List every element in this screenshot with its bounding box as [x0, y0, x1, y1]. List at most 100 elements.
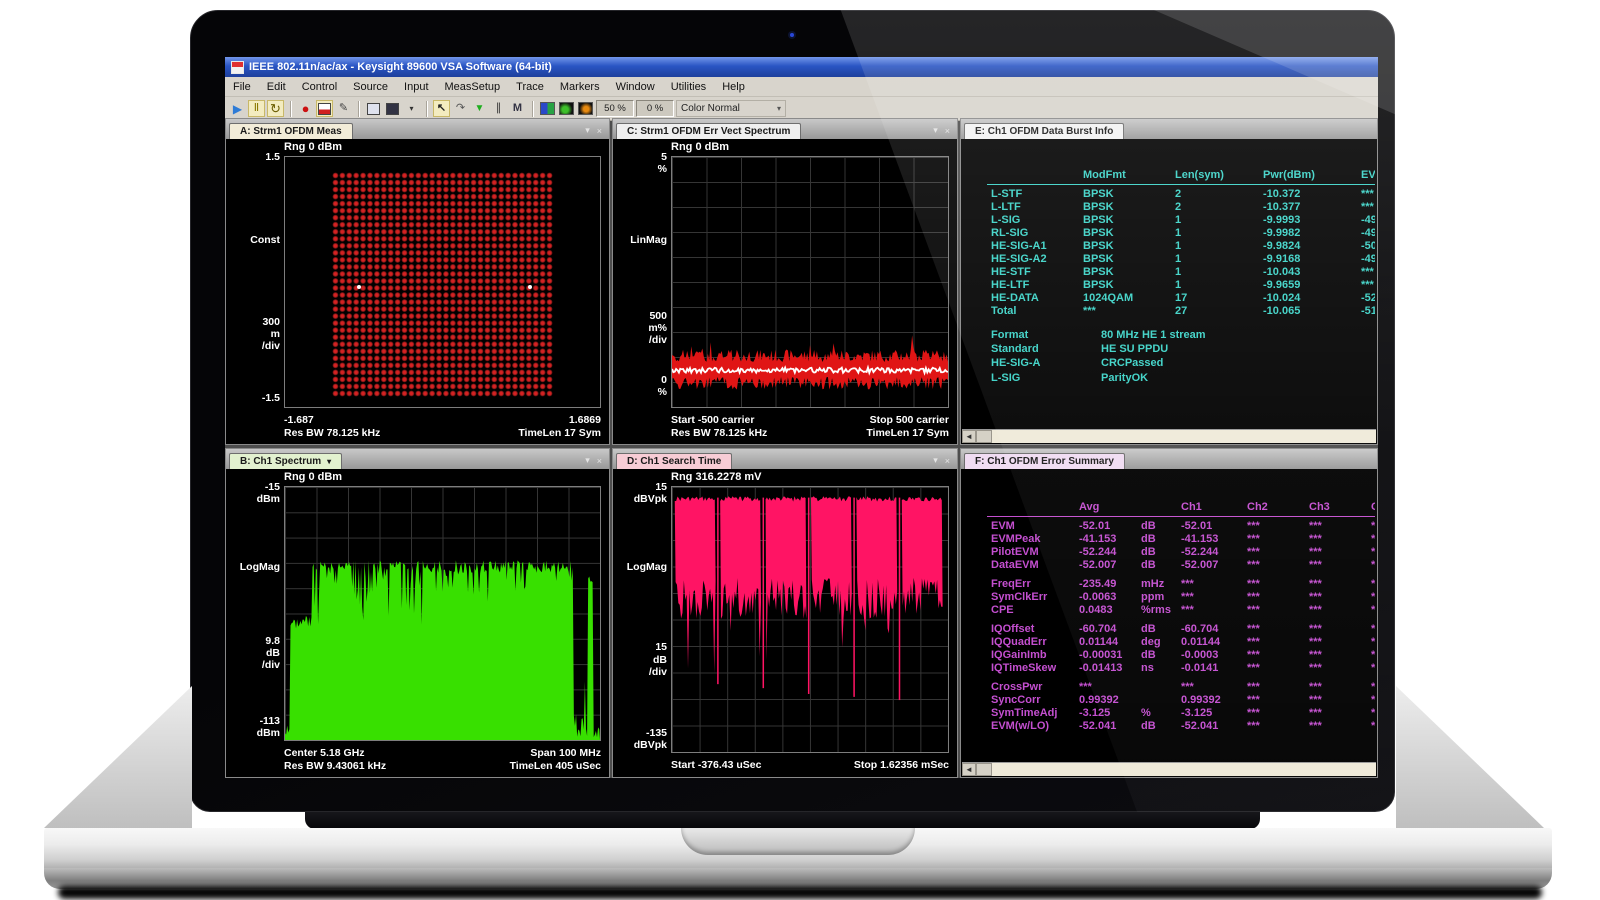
chevron-down-icon: ▾	[777, 104, 781, 113]
table-row: RL-SIGBPSK1-9.9982-49	[991, 227, 1375, 240]
panel-ofdm-meas: A: Strm1 OFDM Meas ▾ × Rng 0 dBm 1.5 Con…	[225, 118, 610, 445]
panel-ofdm-error-summary: F: Ch1 OFDM Error Summary Avg Ch1 Ch2 Ch…	[960, 448, 1378, 778]
error-vector-plot[interactable]	[671, 156, 949, 408]
span-label: Span 100 MHz	[530, 747, 601, 761]
scrollbar-track[interactable]	[992, 763, 1376, 776]
burst-info-block: Format80 MHz HE 1 stream StandardHE SU P…	[991, 328, 1375, 385]
info-row: StandardHE SU PPDU	[991, 342, 1375, 356]
center-freq-label: Center 5.18 GHz	[284, 747, 365, 761]
table-row: L-LTFBPSK2-10.377***	[991, 201, 1375, 214]
intensity-percent-field[interactable]: 50 %	[596, 100, 634, 117]
horizontal-scrollbar[interactable]: ◄	[962, 762, 1376, 776]
x-axis-labels: Start -376.43 uSecStop 1.62356 mSec	[671, 759, 949, 773]
panel-menu-icon[interactable]: ▾	[585, 455, 590, 466]
table-row: IQTimeSkew-0.01413ns-0.0141*********	[991, 662, 1375, 675]
y-axis-trace-format: Const	[228, 234, 280, 246]
scroll-left-icon[interactable]: ◄	[962, 430, 976, 443]
scroll-left-icon[interactable]: ◄	[962, 763, 976, 776]
menu-item-file[interactable]: File	[225, 80, 259, 94]
panel-c-tabbar: C: Strm1 OFDM Err Vect Spectrum ▾ ×	[613, 119, 957, 139]
toolbar-separator	[532, 101, 533, 117]
edit-marker-icon[interactable]: ✎	[335, 100, 352, 117]
scrollbar-thumb[interactable]	[976, 430, 992, 443]
table-row: EVM-52.01dB-52.01*********	[991, 520, 1375, 533]
menu-item-markers[interactable]: Markers	[552, 80, 608, 94]
table-row: EVM(w/LO)-52.041dB-52.041*********	[991, 720, 1375, 733]
menu-item-help[interactable]: Help	[714, 80, 753, 94]
scrollbar-thumb[interactable]	[976, 763, 992, 776]
menu-item-meassetup[interactable]: MeasSetup	[437, 80, 509, 94]
y-axis-trace-format: LogMag	[228, 561, 280, 573]
menu-item-input[interactable]: Input	[396, 80, 436, 94]
close-icon[interactable]: ×	[597, 126, 602, 136]
restart-icon[interactable]: ↻	[267, 100, 284, 117]
menu-item-trace[interactable]: Trace	[508, 80, 552, 94]
coupled-markers-icon[interactable]: ∥	[490, 100, 507, 117]
table-row: HE-SIG-A1BPSK1-9.9824-50	[991, 240, 1375, 253]
play-icon[interactable]: ▶	[229, 100, 246, 117]
col-pwr-dbm: Pwr(dBm)	[1263, 169, 1361, 182]
colormap-blue-green-icon[interactable]	[539, 100, 556, 117]
colormap-dark-orange-icon[interactable]	[577, 100, 594, 117]
table-row: HE-DATA1024QAM17-10.024-52	[991, 292, 1375, 305]
panel-a-tabbar: A: Strm1 OFDM Meas ▾ ×	[226, 119, 609, 139]
info-row: Format80 MHz HE 1 stream	[991, 328, 1375, 342]
y-axis-scale-label: 9.8 dB /div	[228, 635, 280, 671]
x-start-label: Start -500 carrier	[671, 414, 754, 428]
laptop-hinge	[305, 812, 1260, 829]
menu-item-utilities[interactable]: Utilities	[663, 80, 714, 94]
trigger-icon[interactable]	[316, 100, 333, 117]
grid-display-icon[interactable]	[384, 100, 401, 117]
table-row: Total***27-10.065-51	[991, 305, 1375, 318]
x-stop-label: Stop 500 carrier	[870, 414, 949, 428]
close-icon[interactable]: ×	[945, 126, 950, 136]
horizontal-scrollbar[interactable]: ◄	[962, 429, 1376, 443]
record-icon[interactable]: ●	[297, 100, 314, 117]
close-icon[interactable]: ×	[945, 456, 950, 466]
tab-ofdm-meas[interactable]: A: Strm1 OFDM Meas	[229, 123, 353, 139]
y-axis-bottom-label: -1.5	[228, 392, 280, 404]
window-title: IEEE 802.11n/ac/ax - Keysight 89600 VSA …	[249, 61, 552, 73]
menu-item-control[interactable]: Control	[294, 80, 345, 94]
menu-item-window[interactable]: Window	[608, 80, 663, 94]
error-vector-trace	[672, 157, 948, 407]
panel-data-burst-info: E: Ch1 OFDM Data Burst Info ModFmt Len(s…	[960, 118, 1378, 445]
panel-a-content: Rng 0 dBm 1.5 Const 300 m /div -1.5 -1.6…	[226, 139, 609, 444]
tab-ch1-spectrum[interactable]: B: Ch1 Spectrum ▾	[229, 453, 342, 469]
menu-item-edit[interactable]: Edit	[259, 80, 294, 94]
table-row: SymClkErr-0.0063ppm************	[991, 591, 1375, 604]
grid-display-dropdown-icon[interactable]: ▾	[403, 100, 420, 117]
tab-ch1-search-time[interactable]: D: Ch1 Search Time	[616, 453, 732, 469]
panel-menu-icon[interactable]: ▾	[933, 455, 938, 466]
single-display-icon[interactable]	[365, 100, 382, 117]
constellation-plot[interactable]	[284, 156, 601, 408]
y-axis-top-label: 1.5	[228, 151, 280, 163]
laptop-shadow	[58, 886, 1542, 899]
tab-err-vect-spectrum[interactable]: C: Strm1 OFDM Err Vect Spectrum	[616, 123, 801, 139]
colormap-dark-green-icon[interactable]	[558, 100, 575, 117]
marker-triangle-icon[interactable]: ▼	[471, 100, 488, 117]
chevron-down-icon: ▾	[327, 458, 331, 466]
panel-menu-icon[interactable]: ▾	[933, 125, 938, 136]
table-row: IQOffset-60.704dB-60.704*********	[991, 623, 1375, 636]
timelen-label: TimeLen 17 Sym	[518, 427, 601, 441]
scrollbar-track[interactable]	[992, 430, 1376, 443]
panel-d-buttons: ▾ ×	[926, 455, 957, 469]
close-icon[interactable]: ×	[597, 456, 602, 466]
pan-icon[interactable]: ↷	[452, 100, 469, 117]
tab-data-burst-info[interactable]: E: Ch1 OFDM Data Burst Info	[964, 123, 1124, 139]
select-cursor-icon[interactable]: ↖	[433, 100, 450, 117]
toolbar-separator	[290, 101, 291, 117]
menu-item-source[interactable]: Source	[345, 80, 396, 94]
pause-icon[interactable]: Ⅱ	[248, 100, 265, 117]
panel-menu-icon[interactable]: ▾	[585, 125, 590, 136]
y-axis-bottom-label: -135 dBVpk	[615, 727, 667, 751]
spectrum-plot[interactable]	[284, 486, 601, 741]
color-mode-select[interactable]: Color Normal ▾	[676, 100, 786, 117]
panel-ch1-spectrum: B: Ch1 Spectrum ▾ ▾ × Rng 0 dBm -15 dBm …	[225, 448, 610, 778]
search-time-plot[interactable]	[671, 486, 949, 753]
tab-ofdm-error-summary[interactable]: F: Ch1 OFDM Error Summary	[964, 453, 1125, 469]
col-ch2: Ch2	[1247, 501, 1309, 514]
threshold-percent-field[interactable]: 0 %	[636, 100, 674, 117]
marker-m-icon[interactable]: M	[509, 100, 526, 117]
